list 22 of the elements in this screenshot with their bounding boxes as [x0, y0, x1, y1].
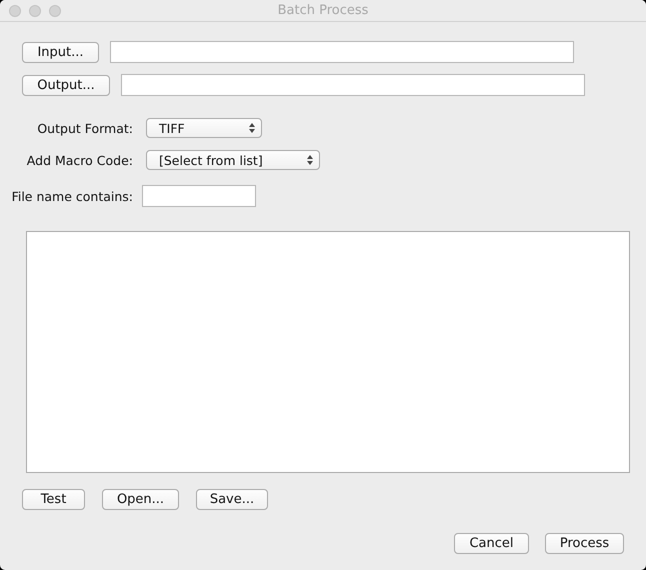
macro-code-select[interactable]: [Select from list]	[146, 150, 320, 170]
file-name-label: File name contains:	[10, 188, 133, 204]
input-button[interactable]: Input...	[22, 42, 99, 62]
dialog-button[interactable]: Cancel	[454, 533, 529, 554]
macro-button[interactable]: Open...	[102, 489, 179, 510]
output-format-label: Output Format:	[36, 120, 133, 136]
macro-text-area[interactable]	[26, 231, 630, 473]
macro-code-label: Add Macro Code:	[26, 152, 133, 168]
macro-button[interactable]: Test	[22, 489, 85, 510]
input-field[interactable]	[110, 41, 574, 63]
stepper-arrows-icon	[307, 155, 313, 165]
window-title: Batch Process	[278, 3, 368, 18]
output-field[interactable]	[121, 74, 585, 96]
output-format-select[interactable]: TIFF	[146, 118, 262, 138]
output-button[interactable]: Output...	[22, 74, 110, 96]
minimize-button[interactable]	[29, 4, 41, 16]
file-name-field[interactable]	[142, 185, 256, 207]
close-button[interactable]	[9, 4, 21, 16]
dialog-button[interactable]: Process	[545, 533, 624, 554]
macro-button[interactable]: Save...	[196, 489, 268, 510]
stepper-arrows-icon	[249, 123, 255, 133]
zoom-button[interactable]	[49, 4, 61, 16]
